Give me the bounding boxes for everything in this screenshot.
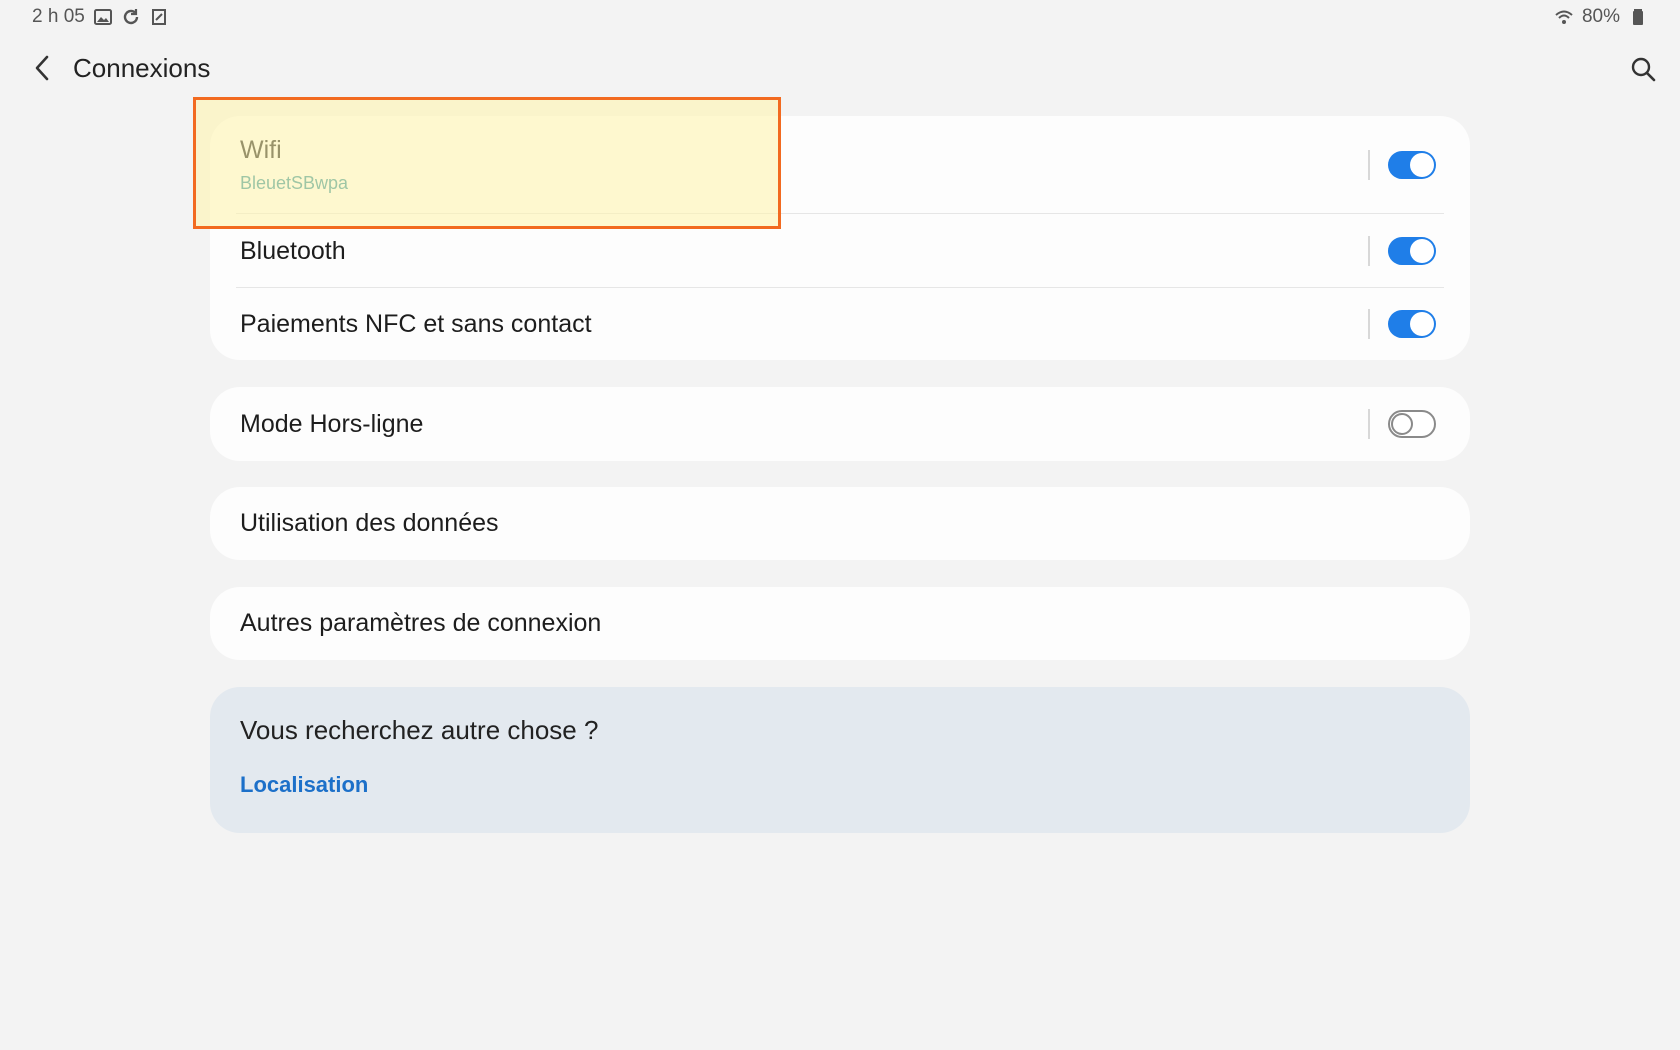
more-settings-label: Autres paramètres de connexion bbox=[240, 609, 602, 637]
airplane-mode-card: Mode Hors-ligne bbox=[210, 387, 1470, 461]
more-settings-card: Autres paramètres de connexion bbox=[210, 587, 1470, 660]
connections-card: Wifi BleuetSBwpa Bluetooth Paiements NFC… bbox=[210, 116, 1470, 360]
toggle-knob bbox=[1410, 153, 1434, 177]
search-icon bbox=[1630, 56, 1656, 87]
wifi-network-name: BleuetSBwpa bbox=[240, 173, 349, 193]
more-settings-row[interactable]: Autres paramètres de connexion bbox=[210, 587, 1470, 660]
search-button[interactable] bbox=[1626, 54, 1660, 88]
airplane-mode-toggle[interactable] bbox=[1388, 410, 1436, 438]
wifi-row[interactable]: Wifi BleuetSBwpa bbox=[210, 116, 1470, 214]
nfc-toggle[interactable] bbox=[1388, 310, 1436, 338]
divider-vertical bbox=[1368, 150, 1370, 180]
bluetooth-label: Bluetooth bbox=[240, 236, 346, 265]
battery-icon bbox=[1628, 7, 1648, 27]
wifi-label: Wifi bbox=[240, 136, 282, 164]
status-left: 2 h 05 bbox=[32, 6, 169, 28]
back-button[interactable] bbox=[26, 54, 58, 86]
divider-vertical bbox=[1368, 236, 1370, 266]
location-link[interactable]: Localisation bbox=[240, 772, 368, 798]
toggle-knob bbox=[1410, 239, 1434, 263]
bluetooth-toggle[interactable] bbox=[1388, 237, 1436, 265]
battery-percent: 80% bbox=[1581, 6, 1620, 27]
screenshot-icon bbox=[149, 7, 169, 27]
wifi-text: Wifi BleuetSBwpa bbox=[240, 136, 348, 194]
bluetooth-row[interactable]: Bluetooth bbox=[210, 214, 1470, 288]
page-title: Connexions bbox=[73, 53, 211, 83]
nfc-label: Paiements NFC et sans contact bbox=[240, 309, 592, 338]
wifi-signal-icon bbox=[1554, 7, 1574, 27]
suggestion-card: Vous recherchez autre chose ? Localisati… bbox=[210, 687, 1470, 833]
airplane-mode-label: Mode Hors-ligne bbox=[240, 409, 424, 438]
data-usage-row[interactable]: Utilisation des données bbox=[210, 487, 1470, 560]
airplane-mode-row[interactable]: Mode Hors-ligne bbox=[210, 387, 1470, 461]
wifi-toggle[interactable] bbox=[1388, 151, 1436, 179]
toggle-knob bbox=[1391, 413, 1413, 435]
data-usage-label: Utilisation des données bbox=[240, 509, 499, 537]
toggle-knob bbox=[1410, 312, 1434, 336]
suggestion-title: Vous recherchez autre chose ? bbox=[240, 715, 599, 745]
status-time: 2 h 05 bbox=[32, 6, 85, 27]
nfc-row[interactable]: Paiements NFC et sans contact bbox=[210, 288, 1470, 360]
status-right: 80% bbox=[1554, 6, 1648, 28]
status-bar: 2 h 05 80% bbox=[0, 0, 1680, 34]
divider-vertical bbox=[1368, 409, 1370, 439]
sync-icon bbox=[121, 7, 141, 27]
gallery-icon bbox=[93, 7, 113, 27]
app-bar: Connexions bbox=[0, 44, 1680, 96]
chevron-left-icon bbox=[32, 54, 52, 87]
divider-vertical bbox=[1368, 309, 1370, 339]
data-usage-card: Utilisation des données bbox=[210, 487, 1470, 560]
